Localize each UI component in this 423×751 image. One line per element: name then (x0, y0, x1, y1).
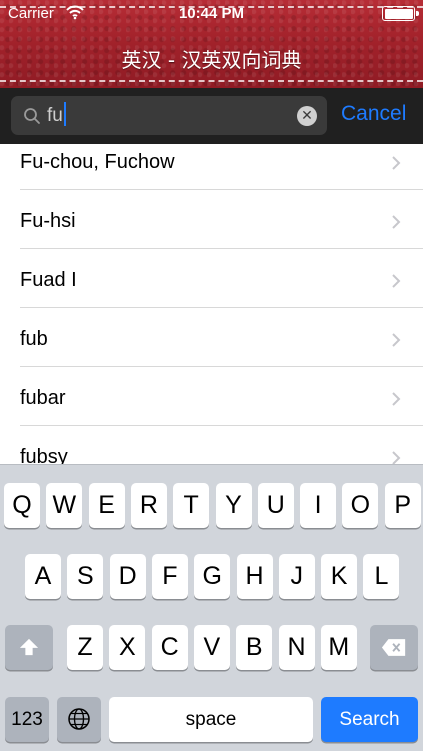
key-n[interactable]: N (278, 625, 315, 670)
key-w[interactable]: W (46, 483, 83, 528)
list-item-label: fubar (20, 387, 66, 409)
search-bar: fu ✕ Cancel (0, 88, 423, 144)
key-x[interactable]: X (109, 625, 146, 670)
shift-icon (19, 638, 39, 656)
key-f[interactable]: F (151, 554, 188, 599)
key-z[interactable]: Z (67, 625, 103, 670)
chevron-right-icon (392, 215, 401, 229)
space-key[interactable]: space (109, 697, 313, 742)
key-t[interactable]: T (173, 483, 210, 528)
key-b[interactable]: B (236, 625, 273, 670)
chevron-right-icon (392, 333, 401, 347)
key-h[interactable]: H (236, 554, 273, 599)
search-input[interactable]: fu (47, 96, 66, 135)
key-y[interactable]: Y (215, 483, 252, 528)
key-s[interactable]: S (67, 554, 104, 599)
list-item[interactable]: Fu-chou, Fuchow (20, 144, 423, 190)
search-key[interactable]: Search (321, 697, 418, 742)
globe-icon (68, 708, 90, 730)
results-list: Fu-chou, Fuchow Fu-hsi Fuad I fub fubar … (0, 144, 423, 485)
list-item-label: Fu-hsi (20, 210, 76, 232)
key-j[interactable]: J (278, 554, 315, 599)
search-field[interactable]: fu ✕ (11, 96, 327, 135)
list-item[interactable]: fubar (20, 367, 423, 426)
list-item-label: Fuad I (20, 269, 77, 291)
chevron-right-icon (392, 156, 401, 170)
numbers-key[interactable]: 123 (5, 697, 49, 742)
key-v[interactable]: V (193, 625, 230, 670)
status-time: 10:44 PM (178, 5, 245, 22)
keyboard: QWERTYUIOP ASDFGHJKL ZXCVBNM 123 space S… (0, 464, 423, 751)
key-d[interactable]: D (109, 554, 146, 599)
key-e[interactable]: E (88, 483, 125, 528)
backspace-icon (381, 639, 406, 656)
battery-icon (382, 6, 419, 21)
list-item-label: Fu-chou, Fuchow (20, 151, 175, 173)
list-item[interactable]: fub (20, 308, 423, 367)
key-l[interactable]: L (363, 554, 400, 599)
chevron-right-icon (392, 274, 401, 288)
header-stitch-bottom (0, 80, 423, 82)
chevron-right-icon (392, 392, 401, 406)
key-o[interactable]: O (342, 483, 379, 528)
text-caret (63, 101, 66, 126)
app-header: Carrier 10:44 PM 英汉 - 汉英双向词典 (0, 0, 423, 88)
key-c[interactable]: C (151, 625, 188, 670)
clear-search-icon[interactable]: ✕ (297, 106, 317, 126)
key-a[interactable]: A (25, 554, 61, 599)
shift-key[interactable] (5, 625, 53, 670)
key-g[interactable]: G (194, 554, 231, 599)
key-m[interactable]: M (320, 625, 357, 670)
list-item[interactable]: Fuad I (20, 249, 423, 308)
key-u[interactable]: U (257, 483, 294, 528)
key-r[interactable]: R (130, 483, 167, 528)
status-bar: Carrier 10:44 PM (0, 0, 423, 28)
delete-key[interactable] (370, 625, 418, 670)
page-title: 英汉 - 汉英双向词典 (121, 48, 302, 72)
search-icon (24, 108, 40, 124)
list-item[interactable]: Fu-hsi (20, 190, 423, 249)
key-q[interactable]: Q (4, 483, 40, 528)
list-item-label: fub (20, 328, 48, 350)
globe-key[interactable] (57, 697, 101, 742)
key-k[interactable]: K (321, 554, 358, 599)
key-i[interactable]: I (300, 483, 337, 528)
key-p[interactable]: P (384, 483, 421, 528)
cancel-button[interactable]: Cancel (341, 102, 406, 126)
